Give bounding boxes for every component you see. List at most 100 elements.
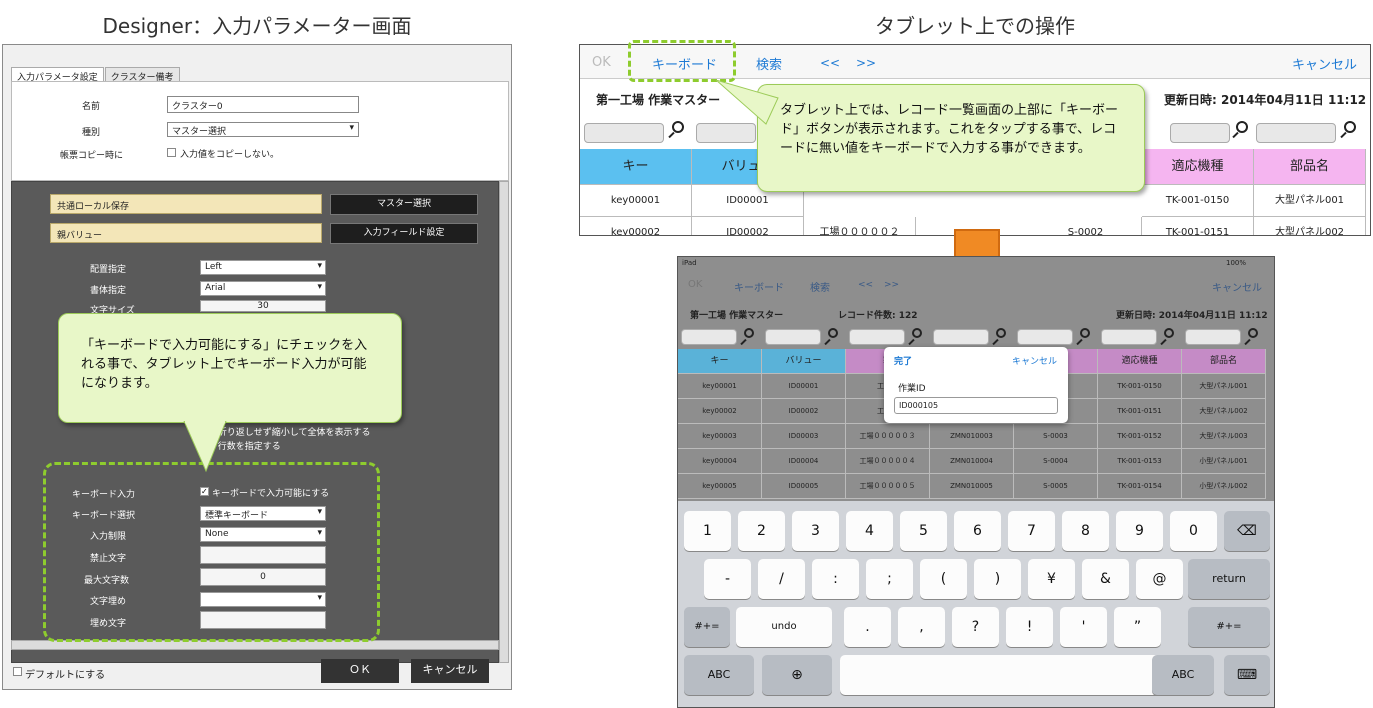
- ipad-col-header[interactable]: キー: [678, 349, 762, 374]
- keyboard-key[interactable]: 5: [900, 511, 947, 551]
- ipad-table-cell[interactable]: 小型パネル002: [1182, 474, 1266, 499]
- keyboard-key[interactable]: .: [844, 607, 891, 647]
- table-cell[interactable]: key00002: [580, 217, 692, 235]
- table-cell[interactable]: key00001: [580, 185, 692, 217]
- ipad-search-box[interactable]: [1017, 329, 1073, 345]
- ipad-table-cell[interactable]: 大型パネル003: [1182, 424, 1266, 449]
- ipad-table-cell[interactable]: 大型パネル002: [1182, 399, 1266, 424]
- tablet-ok-button[interactable]: OK: [592, 55, 611, 70]
- col-header-model[interactable]: 適応機種: [1142, 149, 1254, 185]
- keyboard-key[interactable]: #+=: [1188, 607, 1270, 647]
- copy-checkbox[interactable]: [167, 148, 176, 157]
- backspace-key[interactable]: ⌫: [1224, 511, 1270, 551]
- search-icon[interactable]: [828, 328, 838, 338]
- keyboard-key[interactable]: /: [758, 559, 805, 599]
- ipad-table-cell[interactable]: TK-001-0154: [1098, 474, 1182, 499]
- ipad-search-box[interactable]: [765, 329, 821, 345]
- globe-icon[interactable]: ⊕: [762, 655, 832, 695]
- master-select-button[interactable]: マスター選択: [330, 194, 478, 215]
- input-field-button[interactable]: 入力フィールド設定: [330, 223, 478, 244]
- search-icon[interactable]: [1248, 328, 1258, 338]
- keyboard-hide-icon[interactable]: ⌨: [1224, 655, 1270, 695]
- ipad-next-button[interactable]: >>: [884, 280, 899, 290]
- ipad-keyboard-button[interactable]: キーボード: [734, 279, 784, 294]
- tablet-next-button[interactable]: >>: [856, 56, 876, 70]
- keyboard-key[interactable]: 8: [1062, 511, 1109, 551]
- keyboard-key[interactable]: 3: [792, 511, 839, 551]
- ipad-table-cell[interactable]: TK-001-0150: [1098, 374, 1182, 399]
- tablet-search-button[interactable]: 検索: [756, 54, 782, 73]
- ipad-table-cell[interactable]: 工場０００００４: [846, 449, 930, 474]
- table-cell[interactable]: 工場０００００２: [804, 217, 916, 235]
- keyboard-key[interactable]: (: [920, 559, 967, 599]
- keyboard-key[interactable]: 4: [846, 511, 893, 551]
- abc-key[interactable]: ABC: [1152, 655, 1214, 695]
- ipad-table-cell[interactable]: S-0004: [1014, 449, 1098, 474]
- table-cell[interactable]: 大型パネル002: [1254, 217, 1366, 235]
- ipad-table-cell[interactable]: ID00005: [762, 474, 846, 499]
- ipad-table-cell[interactable]: S-0005: [1014, 474, 1098, 499]
- table-cell[interactable]: S-0002: [1030, 217, 1142, 235]
- search-icon[interactable]: [672, 121, 684, 133]
- search-box-part[interactable]: [1256, 123, 1336, 143]
- ipad-table-cell[interactable]: 工場０００００５: [846, 474, 930, 499]
- ipad-table-cell[interactable]: key00004: [678, 449, 762, 474]
- ok-button[interactable]: ＯＫ: [321, 659, 399, 683]
- ipad-table-cell[interactable]: ID00002: [762, 399, 846, 424]
- keyboard-key[interactable]: ?: [952, 607, 999, 647]
- fit-option[interactable]: ○ 折り返しせず縮小して全体を表示する: [207, 425, 370, 438]
- ipad-search-box[interactable]: [933, 329, 989, 345]
- ipad-table-cell[interactable]: 小型パネル001: [1182, 449, 1266, 474]
- ipad-table-cell[interactable]: ID00004: [762, 449, 846, 474]
- keyboard-key[interactable]: ;: [866, 559, 913, 599]
- keyboard-key[interactable]: 6: [954, 511, 1001, 551]
- abc-key[interactable]: ABC: [684, 655, 754, 695]
- col-header-key[interactable]: キー: [580, 149, 692, 185]
- col-header-part[interactable]: 部品名: [1254, 149, 1366, 185]
- keyboard-key[interactable]: &: [1082, 559, 1129, 599]
- ipad-table-cell[interactable]: 大型パネル001: [1182, 374, 1266, 399]
- ipad-table-cell[interactable]: key00001: [678, 374, 762, 399]
- keyboard-key[interactable]: 2: [738, 511, 785, 551]
- keyboard-key[interactable]: #+=: [684, 607, 730, 647]
- tablet-cancel-button[interactable]: キャンセル: [1292, 54, 1357, 73]
- ipad-table-cell[interactable]: ZMN010003: [930, 424, 1014, 449]
- keyboard-key[interactable]: ¥: [1028, 559, 1075, 599]
- ipad-col-header[interactable]: 適応機種: [1098, 349, 1182, 374]
- search-icon[interactable]: [1164, 328, 1174, 338]
- table-cell[interactable]: ID00002: [692, 217, 804, 235]
- name-input[interactable]: クラスター0: [167, 96, 359, 113]
- ipad-ok-button[interactable]: OK: [688, 279, 702, 290]
- ipad-search-button[interactable]: 検索: [810, 279, 830, 294]
- keyboard-key[interactable]: ': [1060, 607, 1107, 647]
- ipad-table-cell[interactable]: ZMN010005: [930, 474, 1014, 499]
- keyboard-key[interactable]: :: [812, 559, 859, 599]
- tablet-prev-button[interactable]: <<: [820, 56, 840, 70]
- type-select[interactable]: マスター選択: [167, 122, 359, 137]
- table-cell[interactable]: 大型パネル001: [1254, 185, 1366, 217]
- ipad-search-box[interactable]: [1185, 329, 1241, 345]
- popup-done-button[interactable]: 完了: [894, 354, 912, 367]
- ipad-table-cell[interactable]: key00003: [678, 424, 762, 449]
- ipad-prev-button[interactable]: <<: [858, 280, 873, 290]
- size-input[interactable]: 30: [200, 300, 326, 312]
- search-box-key[interactable]: [584, 123, 664, 143]
- ipad-cancel-button[interactable]: キャンセル: [1212, 279, 1262, 294]
- popup-cancel-button[interactable]: キャンセル: [1012, 354, 1057, 367]
- ipad-table-cell[interactable]: TK-001-0152: [1098, 424, 1182, 449]
- ipad-table-cell[interactable]: ID00001: [762, 374, 846, 399]
- keyboard-key[interactable]: undo: [736, 607, 832, 647]
- ipad-search-box[interactable]: [849, 329, 905, 345]
- ipad-col-header[interactable]: 部品名: [1182, 349, 1266, 374]
- ipad-search-box[interactable]: [681, 329, 737, 345]
- table-cell[interactable]: TK-001-0151: [1142, 217, 1254, 235]
- keyboard-key[interactable]: 1: [684, 511, 731, 551]
- search-icon[interactable]: [996, 328, 1006, 338]
- keyboard-key[interactable]: @: [1136, 559, 1183, 599]
- keyboard-key[interactable]: -: [704, 559, 751, 599]
- cancel-button[interactable]: キャンセル: [411, 659, 489, 683]
- space-key[interactable]: [840, 655, 1188, 695]
- search-icon[interactable]: [1080, 328, 1090, 338]
- ipad-table-cell[interactable]: TK-001-0151: [1098, 399, 1182, 424]
- search-icon[interactable]: [912, 328, 922, 338]
